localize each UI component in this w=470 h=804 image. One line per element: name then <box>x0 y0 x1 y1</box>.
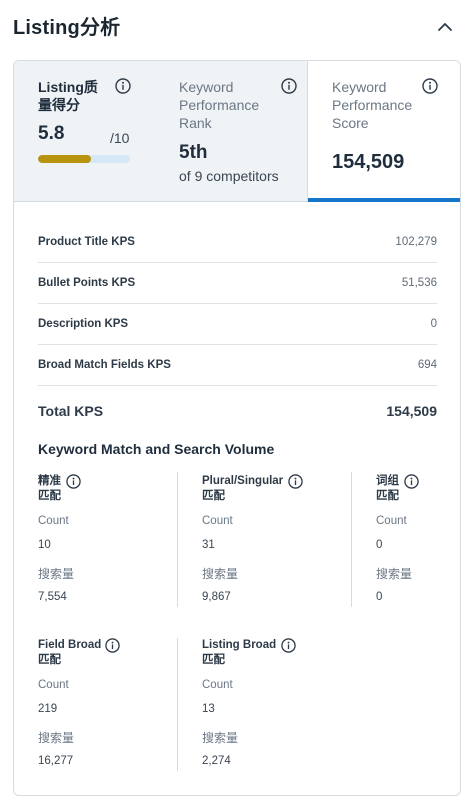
column-divider <box>351 472 352 607</box>
quality-score-bar-fill <box>38 155 92 163</box>
count-value: 0 <box>376 539 383 551</box>
match-type-name: Listing Broad 匹配 <box>202 639 277 666</box>
kps-row-label: Product Title KPS <box>38 236 135 248</box>
rank-value: 5th <box>179 142 208 163</box>
tab-keyword-performance-score[interactable]: Keyword Performance Score 154,509 <box>307 61 460 202</box>
match-type-name: Field Broad 匹配 <box>38 639 102 666</box>
listing-analysis-card: Listing质量得分 5.8 /10 Keyword Performance … <box>13 60 461 796</box>
info-icon[interactable] <box>281 638 296 653</box>
match-type-name: 精准 匹配 <box>38 475 61 502</box>
match-column-exact: 精准 匹配 Count 10 搜索量 7,554 <box>38 474 168 604</box>
match-column-plural-singular: Plural/Singular 匹配 Count 31 搜索量 9,867 <box>202 474 352 604</box>
kps-row: Bullet Points KPS 51,536 <box>38 263 437 304</box>
search-volume-label: 搜索量 <box>38 731 75 745</box>
match-column-field-broad: Field Broad 匹配 Count 219 搜索量 16,277 <box>38 638 168 768</box>
kps-row-value: 51,536 <box>401 277 437 289</box>
section-title: Listing分析 <box>13 17 121 39</box>
kps-breakdown: Product Title KPS 102,279 Bullet Points … <box>38 222 437 434</box>
count-value: 31 <box>202 539 215 551</box>
kps-row-label: Bullet Points KPS <box>38 277 136 289</box>
quality-score-max: /10 <box>110 130 130 146</box>
metric-tabs: Listing质量得分 5.8 /10 Keyword Performance … <box>14 61 460 202</box>
column-divider <box>177 472 178 607</box>
search-volume-value: 7,554 <box>38 591 67 603</box>
kps-label: Keyword Performance Score <box>332 79 413 131</box>
kps-row-value: 694 <box>417 359 437 371</box>
info-icon[interactable] <box>66 474 81 489</box>
quality-score-bar <box>38 155 130 163</box>
kps-total-label: Total KPS <box>38 403 104 419</box>
search-volume-label: 搜索量 <box>38 567 75 581</box>
info-icon[interactable] <box>115 78 131 94</box>
info-icon[interactable] <box>105 638 120 653</box>
tab-listing-quality-score[interactable]: Listing质量得分 5.8 /10 <box>14 61 164 201</box>
tab-keyword-performance-rank[interactable]: Keyword Performance Rank 5th of 9 compet… <box>164 61 307 201</box>
kps-total-row: Total KPS 154,509 <box>38 386 437 434</box>
match-section-title: Keyword Match and Search Volume <box>38 441 275 457</box>
count-label: Count <box>38 679 69 691</box>
match-type-name: Plural/Singular 匹配 <box>202 475 284 502</box>
active-tab-indicator <box>308 198 460 202</box>
count-value: 13 <box>202 703 215 715</box>
info-icon[interactable] <box>404 474 419 489</box>
quality-score-value: 5.8 <box>38 123 65 144</box>
search-volume-label: 搜索量 <box>376 567 413 581</box>
match-column-phrase: 词组 匹配 Count 0 搜索量 0 <box>376 474 456 604</box>
chevron-up-icon[interactable] <box>432 14 458 40</box>
section-header: Listing分析 <box>0 0 470 50</box>
quality-score-label: Listing质量得分 <box>38 79 98 113</box>
rank-subtext: of 9 competitors <box>179 168 279 184</box>
search-volume-label: 搜索量 <box>202 731 239 745</box>
count-label: Count <box>376 515 407 527</box>
kps-row-label: Description KPS <box>38 318 129 330</box>
count-value: 10 <box>38 539 51 551</box>
kps-row: Product Title KPS 102,279 <box>38 222 437 263</box>
match-column-listing-broad: Listing Broad 匹配 Count 13 搜索量 2,274 <box>202 638 352 768</box>
kps-row-value: 102,279 <box>395 236 437 248</box>
info-icon[interactable] <box>288 474 303 489</box>
info-icon[interactable] <box>281 78 297 94</box>
rank-label: Keyword Performance Rank <box>179 79 260 131</box>
kps-row: Description KPS 0 <box>38 304 437 345</box>
kps-value: 154,509 <box>332 151 405 173</box>
kps-row-label: Broad Match Fields KPS <box>38 359 171 371</box>
search-volume-value: 0 <box>376 591 383 603</box>
info-icon[interactable] <box>422 78 438 94</box>
column-divider <box>177 638 178 771</box>
search-volume-value: 16,277 <box>38 755 74 767</box>
count-label: Count <box>38 515 69 527</box>
match-type-name: 词组 匹配 <box>376 475 399 502</box>
count-value: 219 <box>38 703 58 715</box>
kps-row-value: 0 <box>430 318 437 330</box>
search-volume-label: 搜索量 <box>202 567 239 581</box>
kps-row: Broad Match Fields KPS 694 <box>38 345 437 386</box>
search-volume-value: 9,867 <box>202 591 231 603</box>
kps-total-value: 154,509 <box>386 403 437 419</box>
count-label: Count <box>202 515 233 527</box>
count-label: Count <box>202 679 233 691</box>
search-volume-value: 2,274 <box>202 755 231 767</box>
